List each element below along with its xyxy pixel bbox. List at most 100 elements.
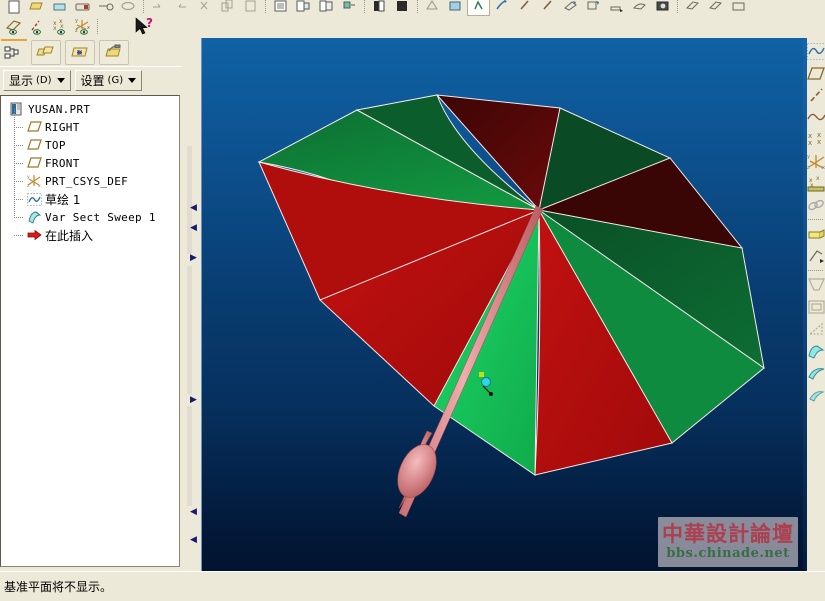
layer-props-icon[interactable] (315, 0, 338, 16)
datum-plane-icon (26, 137, 42, 153)
tree-connector (14, 127, 26, 154)
splitter-collapse-left-icon[interactable]: ◀ (190, 508, 197, 517)
svg-text:y: y (75, 18, 78, 24)
datum-axis-icon[interactable] (806, 84, 825, 106)
splitter-grip[interactable] (187, 406, 192, 506)
variable-sweep-icon[interactable] (806, 362, 825, 384)
build-feature-icon[interactable] (99, 39, 129, 65)
datum-csys-display-icon[interactable]: y z x (71, 17, 94, 38)
tree-item-front-plane[interactable]: FRONT (6, 145, 179, 172)
show-menu-button[interactable]: 显示 (D) (3, 70, 71, 91)
paste-icon[interactable] (239, 0, 262, 16)
toolbar-separator (806, 216, 823, 223)
sketch-icon (26, 191, 42, 207)
plane-b-icon[interactable] (704, 0, 727, 16)
print-icon[interactable] (71, 0, 94, 16)
new-layer-icon[interactable] (65, 39, 95, 65)
tree-item-sketch[interactable]: 草绘 1 (6, 181, 179, 208)
splitter-grip[interactable] (187, 266, 192, 394)
mail-icon[interactable] (117, 0, 140, 16)
settings-menu-button[interactable]: 设置 (G) (74, 70, 143, 91)
datum-point-field-icon[interactable]: x x x (806, 172, 825, 194)
tree-item-var-sect-sweep[interactable]: Var Sect Sweep 1 (6, 199, 179, 226)
cut-icon[interactable] (193, 0, 216, 16)
datum-axis-display-icon[interactable] (25, 17, 48, 38)
copy-icon[interactable] (216, 0, 239, 16)
regenerate-icon[interactable] (94, 0, 117, 16)
datum-line-icon[interactable] (490, 0, 513, 16)
redo-icon[interactable] (170, 0, 193, 16)
toolbar-separator (806, 267, 823, 274)
shell-icon[interactable] (806, 296, 825, 318)
splitter-collapse-left-icon[interactable]: ◀ (190, 204, 197, 213)
model-tree-panel[interactable]: YUSAN.PRT RIGHT TOP FRONT y z x PRT_CSYS… (0, 95, 180, 567)
splitter-expand-right-icon[interactable]: ▶ (190, 254, 197, 263)
toolbar-separator (140, 0, 147, 15)
sketch-curve-icon[interactable] (806, 40, 825, 62)
reorient-view-icon[interactable] (421, 0, 444, 16)
splitter-collapse-left-icon[interactable]: ◀ (190, 536, 197, 545)
surface-icon[interactable] (605, 0, 628, 16)
model-tree-list: YUSAN.PRT RIGHT TOP FRONT y z x PRT_CSYS… (1, 96, 179, 244)
dropdown-plane-icon[interactable] (582, 0, 605, 16)
list-view-icon[interactable] (269, 0, 292, 16)
help-pointer-icon[interactable]: ? (129, 16, 159, 38)
splitter-expand-right-icon[interactable]: ▶ (190, 396, 197, 405)
umbrella-canopy (257, 94, 765, 476)
tree-item-insert-here[interactable]: 在此插入 (6, 226, 179, 244)
datum-curve-icon[interactable] (806, 106, 825, 128)
plane-flip-icon[interactable] (559, 0, 582, 16)
capture-icon[interactable] (651, 0, 674, 16)
graphics-viewport[interactable]: 中華設計論壇 bbs.chinade.net (201, 38, 803, 571)
tree-item-label: 草绘 1 (45, 192, 81, 207)
chain-ref-icon[interactable] (806, 194, 825, 216)
datum-csys-icon[interactable]: y z x (806, 150, 825, 172)
datum-plane-display-icon[interactable] (2, 17, 25, 38)
sweep-blend-icon[interactable] (806, 340, 825, 362)
shade-full-icon[interactable] (391, 0, 414, 16)
model-tree-tab-icon[interactable] (1, 39, 27, 65)
revolve-icon[interactable] (806, 245, 825, 267)
application-window: x x x x y z x ? 显示 (D) 设置 (G) YUSAN.PRT … (0, 0, 825, 601)
splitter-grip[interactable] (187, 146, 192, 254)
tree-connector (14, 181, 26, 208)
tree-item-label: TOP (45, 138, 66, 152)
saved-view-icon[interactable] (444, 0, 467, 16)
settings-menu-label: 设置 (80, 74, 105, 88)
chevron-down-icon (56, 78, 65, 83)
color-appearance-icon[interactable] (338, 0, 361, 16)
copy-feature-icon[interactable] (31, 39, 61, 65)
watermark-url: bbs.chinade.net (666, 546, 790, 561)
tree-connector (14, 145, 26, 172)
datum-axis2-icon[interactable] (513, 0, 536, 16)
tree-item-csys[interactable]: y z x PRT_CSYS_DEF (6, 163, 179, 190)
splitter-collapse-left-icon[interactable]: ◀ (190, 224, 197, 233)
shade-half-icon[interactable] (368, 0, 391, 16)
plane-c-icon[interactable] (727, 0, 750, 16)
refit-view-icon[interactable] (467, 0, 490, 16)
datum-point-display-icon[interactable]: x x x x (48, 17, 71, 38)
extrude-icon[interactable] (806, 223, 825, 245)
datum-plane-icon (26, 119, 42, 135)
datum-point-icon[interactable]: x x x x (806, 128, 825, 150)
part-icon (8, 101, 24, 117)
plane-a-icon[interactable] (681, 0, 704, 16)
svg-text:x: x (38, 184, 41, 188)
open-file-icon[interactable] (25, 0, 48, 16)
magnify-icon[interactable] (536, 0, 559, 16)
render-icon[interactable] (628, 0, 651, 16)
new-file-icon[interactable] (2, 0, 25, 16)
panel-splitter[interactable]: ◀ ◀ ▶ ▶ ◀ ◀ (182, 38, 200, 571)
tree-item-right-plane[interactable]: RIGHT (6, 109, 179, 136)
boundary-blend-icon[interactable] (806, 384, 825, 406)
draft-icon[interactable] (806, 274, 825, 296)
layer-view-icon[interactable] (292, 0, 315, 16)
tree-item-part[interactable]: YUSAN.PRT (6, 100, 179, 118)
rib-icon[interactable] (806, 318, 825, 340)
save-file-icon[interactable] (48, 0, 71, 16)
datum-plane-icon[interactable] (806, 62, 825, 84)
svg-text:?: ? (146, 16, 153, 30)
tree-item-top-plane[interactable]: TOP (6, 127, 179, 154)
undo-icon[interactable] (147, 0, 170, 16)
model-tree-toolstrip (0, 38, 186, 66)
